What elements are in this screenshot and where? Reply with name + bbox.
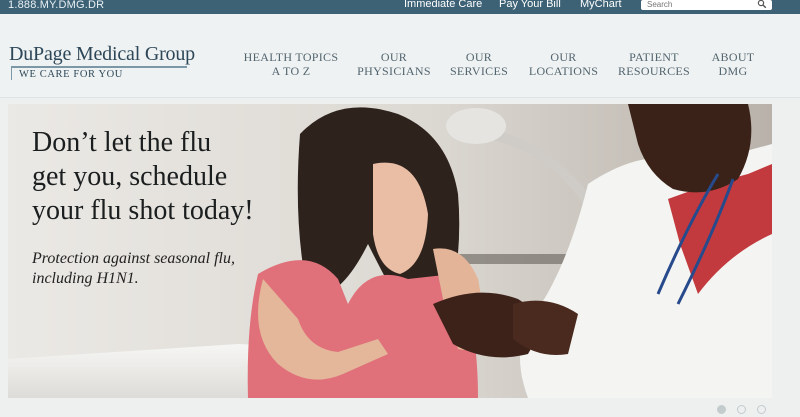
nav-label-line1: ABOUT xyxy=(711,50,755,64)
logo-tick xyxy=(11,68,12,80)
nav-about-dmg[interactable]: ABOUT DMG xyxy=(707,50,759,78)
nav-label-line1: OUR xyxy=(465,50,493,64)
logo-rule xyxy=(11,66,187,68)
hero-subtext-line: including H1N1. xyxy=(32,270,139,287)
slider-dot-2[interactable] xyxy=(737,405,746,414)
phone-number[interactable]: 1.888.MY.DMG.DR xyxy=(8,0,104,11)
nav-our-locations[interactable]: OUR LOCATIONS xyxy=(527,50,600,78)
hero-headline-line: Don’t let the flu xyxy=(32,127,212,158)
nav-label-line2: LOCATIONS xyxy=(528,64,599,78)
nav-label-line1: HEALTH TOPICS xyxy=(243,50,339,64)
hero-headline: Don’t let the flu get you, schedule your… xyxy=(32,126,322,228)
nav-health-topics[interactable]: HEALTH TOPICS A TO Z xyxy=(243,50,339,78)
mychart-link[interactable]: MyChart xyxy=(580,0,622,10)
hero-banner[interactable]: Don’t let the flu get you, schedule your… xyxy=(8,104,772,398)
nav-label-line1: PATIENT xyxy=(629,50,679,64)
pay-your-bill-link[interactable]: Pay Your Bill xyxy=(499,0,561,10)
nav-label-line1: OUR xyxy=(380,50,408,64)
nav-label-line2: DMG xyxy=(718,64,748,78)
nav-our-physicians[interactable]: OUR PHYSICIANS xyxy=(355,50,433,78)
nav-label-line2: A TO Z xyxy=(271,64,311,78)
nav-label-line2: PHYSICIANS xyxy=(357,64,431,78)
nav-patient-resources[interactable]: PATIENT RESOURCES xyxy=(617,50,691,78)
nav-label-line2: RESOURCES xyxy=(617,64,691,78)
logo-tagline: WE CARE FOR YOU xyxy=(19,69,123,80)
search-box xyxy=(641,0,772,10)
slider-dot-1[interactable] xyxy=(717,405,726,414)
immediate-care-link[interactable]: Immediate Care xyxy=(404,0,482,10)
slider-dot-3[interactable] xyxy=(757,405,766,414)
search-icon[interactable] xyxy=(757,0,767,9)
nav-label-line1: OUR xyxy=(550,50,577,64)
hero-headline-line: your flu shot today! xyxy=(32,195,254,226)
hero-subtext-line: Protection against seasonal flu, xyxy=(32,250,235,267)
nav-label-line2: SERVICES xyxy=(449,64,509,78)
hero-subtext: Protection against seasonal flu, includi… xyxy=(32,249,302,289)
hero-headline-line: get you, schedule xyxy=(32,161,228,192)
top-utility-bar: 1.888.MY.DMG.DR Immediate Care Pay Your … xyxy=(0,0,800,14)
search-input[interactable] xyxy=(641,0,751,9)
logo-name: DuPage Medical Group xyxy=(9,43,195,65)
nav-our-services[interactable]: OUR SERVICES xyxy=(448,50,510,78)
